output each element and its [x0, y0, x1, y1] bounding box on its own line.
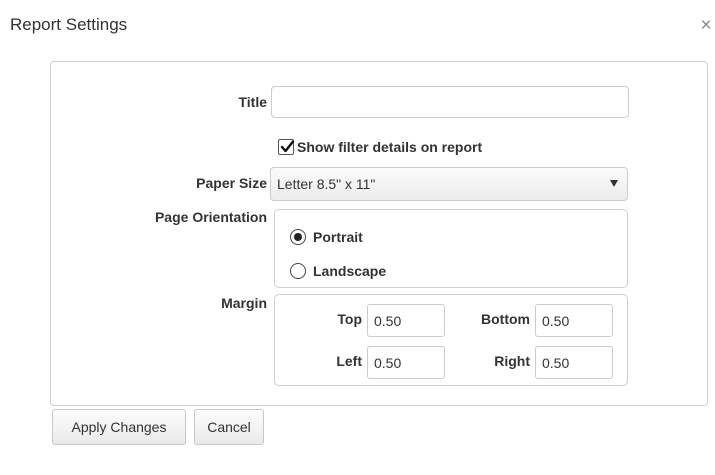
page-orientation-label: Page Orientation [154, 209, 267, 225]
orientation-group: Portrait Landscape [274, 209, 628, 288]
radio-portrait[interactable]: Portrait [290, 227, 363, 247]
title-input[interactable] [271, 86, 629, 118]
radio-selected-icon [290, 229, 306, 245]
margin-right-label: Right [494, 353, 530, 369]
dialog-header: Report Settings × [0, 0, 715, 50]
margin-bottom-label: Bottom [481, 311, 530, 327]
checkmark-icon [278, 139, 295, 155]
cancel-button[interactable]: Cancel [194, 409, 264, 445]
radio-unselected-icon [290, 263, 306, 279]
portrait-label: Portrait [313, 229, 363, 245]
landscape-label: Landscape [313, 263, 387, 279]
paper-size-label: Paper Size [196, 175, 267, 191]
margin-bottom-input[interactable] [535, 304, 613, 337]
paper-size-select[interactable]: Letter 8.5" x 11" [270, 167, 628, 201]
show-filter-checkbox[interactable]: Show filter details on report [278, 137, 482, 157]
margin-top-input[interactable] [367, 304, 445, 337]
margin-left-label: Left [336, 353, 362, 369]
show-filter-label: Show filter details on report [297, 139, 483, 155]
margin-label: Margin [221, 295, 267, 311]
paper-size-value: Letter 8.5" x 11" [277, 176, 376, 192]
margin-top-label: Top [337, 311, 362, 327]
radio-landscape[interactable]: Landscape [290, 261, 386, 281]
caret-down-icon [610, 180, 618, 187]
close-icon[interactable]: × [699, 16, 713, 35]
title-label: Title [238, 94, 267, 110]
apply-changes-button[interactable]: Apply Changes [52, 409, 186, 445]
margin-left-input[interactable] [367, 346, 445, 379]
dialog-title: Report Settings [10, 15, 128, 34]
margin-right-input[interactable] [535, 346, 613, 379]
